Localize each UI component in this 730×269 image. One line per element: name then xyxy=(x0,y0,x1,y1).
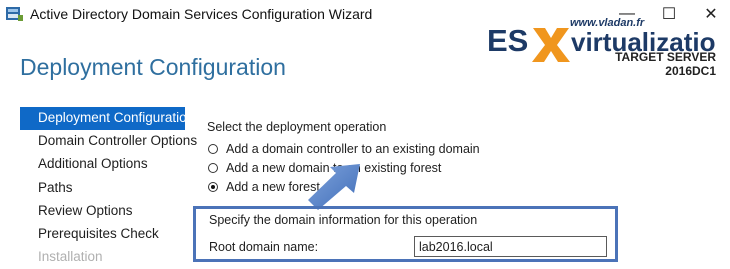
radio-label: Add a domain controller to an existing d… xyxy=(226,142,480,156)
wizard-nav: Deployment Configuration Domain Controll… xyxy=(20,107,197,269)
annotation-arrow-icon xyxy=(308,164,360,210)
radio-add-dc-existing-domain[interactable]: Add a domain controller to an existing d… xyxy=(208,142,480,156)
domain-info-label: Specify the domain information for this … xyxy=(209,213,478,227)
logo-text-es: ES xyxy=(487,23,528,58)
root-domain-name-input[interactable] xyxy=(414,236,607,257)
nav-item-paths[interactable]: Paths xyxy=(20,177,185,200)
root-domain-name-label: Root domain name: xyxy=(209,240,319,254)
target-server-label: TARGET SERVER xyxy=(615,50,716,64)
window-title: Active Directory Domain Services Configu… xyxy=(30,6,373,22)
nav-item-installation: Installation xyxy=(38,249,103,265)
target-server-name: 2016DC1 xyxy=(665,64,716,78)
page-title: Deployment Configuration xyxy=(20,54,286,80)
nav-item-deployment-configuration[interactable]: Deployment Configuration xyxy=(20,107,194,131)
radio-button-selected[interactable] xyxy=(208,182,218,192)
deployment-operation-label: Select the deployment operation xyxy=(207,120,387,134)
nav-item-prerequisites-check[interactable]: Prerequisites Check xyxy=(20,223,185,246)
nav-item-additional-options[interactable]: Additional Options xyxy=(20,153,185,176)
nav-item-review-options[interactable]: Review Options xyxy=(20,200,185,223)
nav-item-domain-controller-options[interactable]: Domain Controller Options xyxy=(20,130,197,153)
logo-url: www.vladan.fr xyxy=(570,17,645,29)
ad-wizard-app-icon xyxy=(6,7,23,21)
radio-button[interactable] xyxy=(208,144,218,154)
logo-x-mark xyxy=(532,28,570,62)
radio-button[interactable] xyxy=(208,163,218,173)
